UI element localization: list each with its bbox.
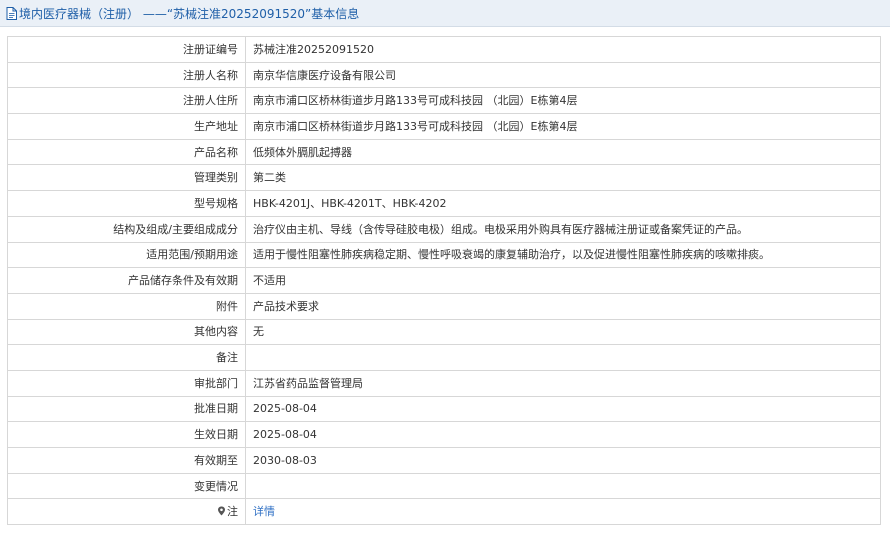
- row-value: [245, 344, 881, 371]
- row-label: 审批部门: [7, 369, 246, 397]
- table-row-product-name: 产品名称 低频体外膈肌起搏器: [7, 138, 881, 166]
- row-value: 2030-08-03: [245, 447, 881, 474]
- table-row-effective-date: 生效日期 2025-08-04: [7, 421, 881, 448]
- row-value: 2025-08-04: [245, 395, 881, 423]
- row-label: 生效日期: [7, 421, 246, 448]
- row-value: 苏械注准20252091520: [245, 36, 881, 63]
- row-value: [245, 472, 881, 500]
- table-row-approval-date: 批准日期 2025-08-04: [7, 395, 881, 423]
- info-table: 注册证编号 苏械注准20252091520 注册人名称 南京华信康医疗设备有限公…: [7, 36, 881, 526]
- row-value: 治疗仪由主机、导线（含传导硅胶电极）组成。电极采用外购具有医疗器械注册证或备案凭…: [245, 215, 881, 243]
- table-row-expiry-date: 有效期至 2030-08-03: [7, 447, 881, 474]
- pin-icon: [218, 506, 225, 516]
- document-icon: [6, 6, 17, 20]
- table-row-approval-department: 审批部门 江苏省药品监督管理局: [7, 369, 881, 397]
- table-row-management-category: 管理类别 第二类: [7, 164, 881, 192]
- table-row-registration-number: 注册证编号 苏械注准20252091520: [7, 36, 881, 63]
- row-label: 型号规格: [7, 190, 246, 217]
- note-value-cell: 详情: [245, 498, 881, 526]
- row-value: 第二类: [245, 164, 881, 192]
- row-value: 低频体外膈肌起搏器: [245, 138, 881, 166]
- row-label: 变更情况: [7, 472, 246, 500]
- row-label: 注册人住所: [7, 87, 246, 115]
- row-value: 2025-08-04: [245, 421, 881, 448]
- row-label: 生产地址: [7, 113, 246, 140]
- row-value: 不适用: [245, 267, 881, 294]
- table-row-storage-conditions: 产品储存条件及有效期 不适用: [7, 267, 881, 294]
- row-value: 适用于慢性阻塞性肺疾病稳定期、慢性呼吸衰竭的康复辅助治疗，以及促进慢性阻塞性肺疾…: [245, 241, 881, 269]
- table-row-registrant-address: 注册人住所 南京市浦口区桥林街道步月路133号可成科技园 （北园）E栋第4层: [7, 87, 881, 115]
- row-label: 结构及组成/主要组成成分: [7, 215, 246, 243]
- row-label: 注册人名称: [7, 61, 246, 89]
- table-row-scope-of-use: 适用范围/预期用途 适用于慢性阻塞性肺疾病稳定期、慢性呼吸衰竭的康复辅助治疗，以…: [7, 241, 881, 269]
- table-row-remarks: 备注: [7, 344, 881, 371]
- row-label: 有效期至: [7, 447, 246, 474]
- table-row-attachment: 附件 产品技术要求: [7, 292, 881, 320]
- note-label: 注: [227, 505, 238, 519]
- note-label-cell: 注: [7, 498, 246, 526]
- table-row-registrant-name: 注册人名称 南京华信康医疗设备有限公司: [7, 61, 881, 89]
- row-label: 产品储存条件及有效期: [7, 267, 246, 294]
- table-row-structure-composition: 结构及组成/主要组成成分 治疗仪由主机、导线（含传导硅胶电极）组成。电极采用外购…: [7, 215, 881, 243]
- page-header: 境内医疗器械（注册） ——“苏械注准20252091520”基本信息: [0, 0, 890, 27]
- row-label: 适用范围/预期用途: [7, 241, 246, 269]
- table-row-model-spec: 型号规格 HBK-4201J、HBK-4201T、HBK-4202: [7, 190, 881, 217]
- row-label: 备注: [7, 344, 246, 371]
- row-value: 南京市浦口区桥林街道步月路133号可成科技园 （北园）E栋第4层: [245, 87, 881, 115]
- note-row: 注 详情: [7, 498, 881, 526]
- table-row-change-info: 变更情况: [7, 472, 881, 500]
- row-value: HBK-4201J、HBK-4201T、HBK-4202: [245, 190, 881, 217]
- table-row-production-address: 生产地址 南京市浦口区桥林街道步月路133号可成科技园 （北园）E栋第4层: [7, 113, 881, 140]
- row-value: 南京华信康医疗设备有限公司: [245, 61, 881, 89]
- row-label: 管理类别: [7, 164, 246, 192]
- page-title: 境内医疗器械（注册） ——“苏械注准20252091520”基本信息: [19, 6, 360, 21]
- row-value: 无: [245, 318, 881, 346]
- row-label: 其他内容: [7, 318, 246, 346]
- row-value: 产品技术要求: [245, 292, 881, 320]
- row-value: 江苏省药品监督管理局: [245, 369, 881, 397]
- row-value: 南京市浦口区桥林街道步月路133号可成科技园 （北园）E栋第4层: [245, 113, 881, 140]
- detail-link[interactable]: 详情: [253, 505, 275, 518]
- row-label: 注册证编号: [7, 36, 246, 63]
- row-label: 产品名称: [7, 138, 246, 166]
- row-label: 批准日期: [7, 395, 246, 423]
- table-row-other-content: 其他内容 无: [7, 318, 881, 346]
- row-label: 附件: [7, 292, 246, 320]
